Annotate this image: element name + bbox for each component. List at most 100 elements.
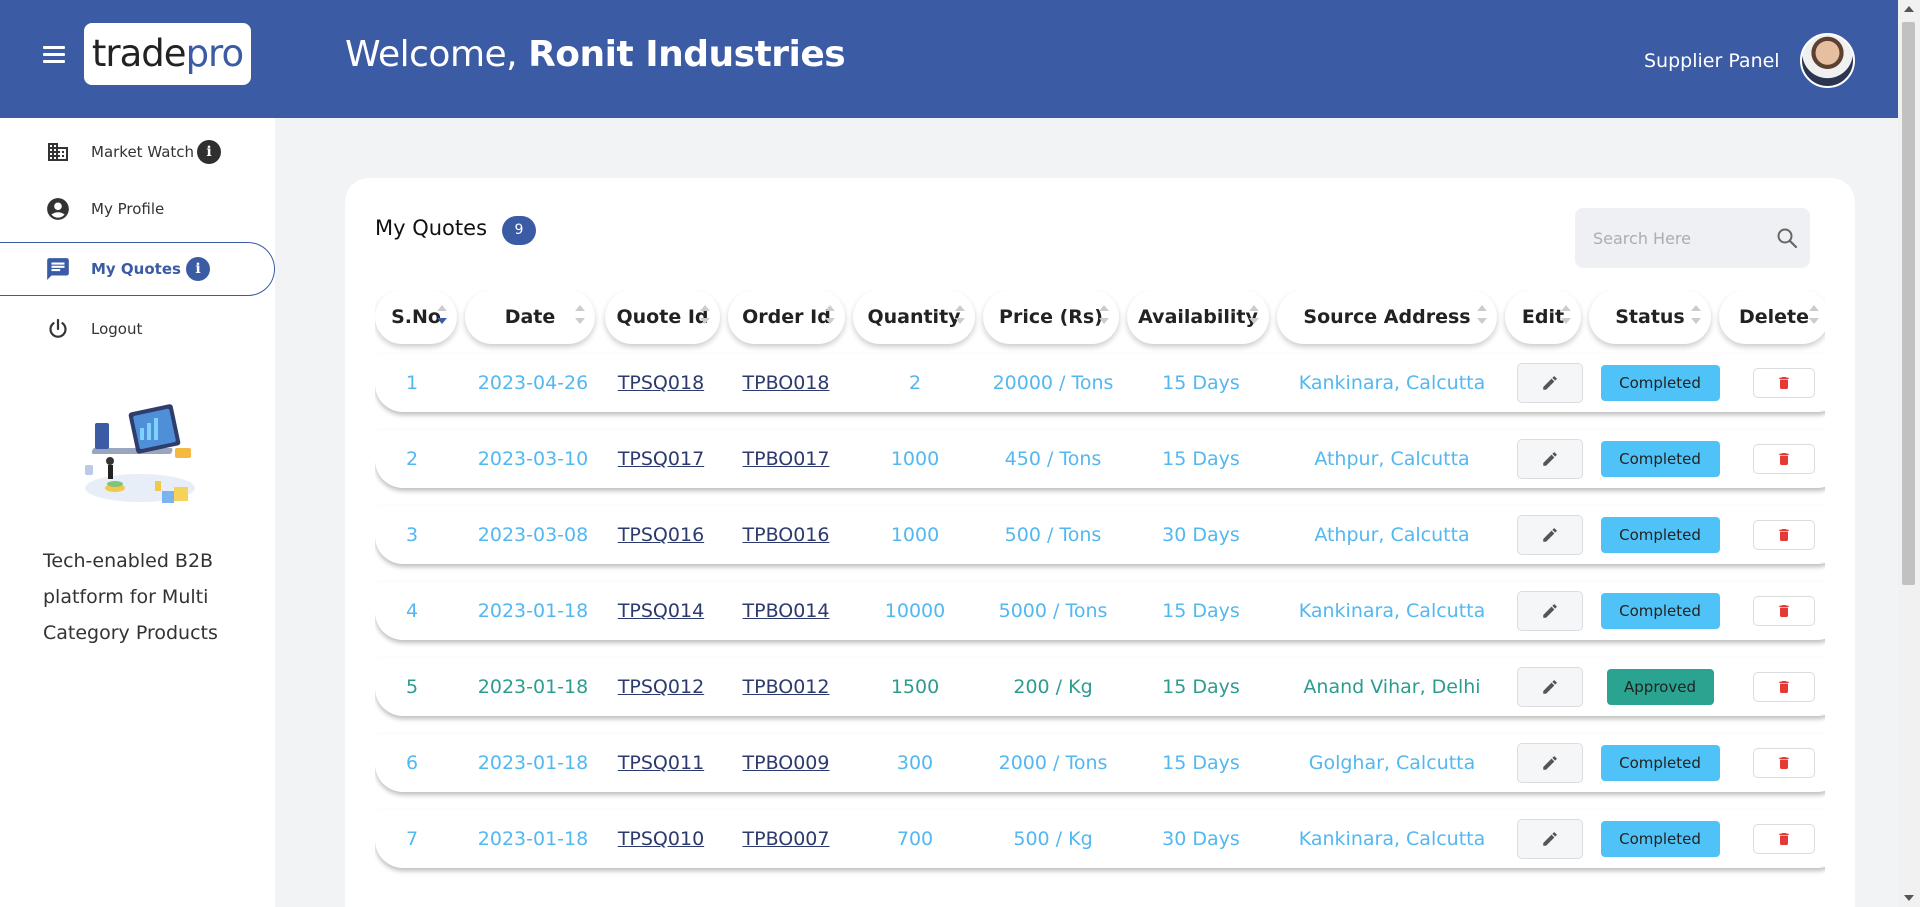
quote-id-header[interactable]: Quote Id — [605, 290, 720, 344]
sidebar-item-my-profile[interactable]: My Profile — [0, 182, 275, 236]
table-row: 1 2023-04-26 TPSQ018 TPBO018 2 20000 / Tons 15… — [375, 354, 1825, 412]
account-circle-icon — [45, 196, 71, 222]
table-row: 3 2023-03-08 TPSQ016 TPBO016 1000 500 / Tons 3… — [375, 506, 1825, 564]
table-row: 4 2023-01-18 TPSQ014 TPBO014 10000 5000 / Ton… — [375, 582, 1825, 640]
tagline: Tech-enabled B2B platform for Multi Cate… — [43, 550, 218, 644]
sort-desc-icon[interactable] — [700, 318, 710, 324]
column-label: Quote Id — [616, 306, 709, 328]
table-row: 7 2023-01-18 TPSQ010 TPBO007 700 500 / Kg 30 D… — [375, 810, 1825, 868]
logo-text-pro: pro — [185, 32, 245, 75]
sort-asc-icon[interactable] — [825, 305, 835, 311]
sidebar: Market Watch i My Profile My Quotes i Lo… — [0, 118, 275, 907]
logo-text-trade: trade — [91, 32, 187, 75]
sort-desc-icon[interactable] — [1809, 318, 1819, 324]
logo[interactable]: tradepro — [84, 23, 251, 85]
sidebar-item-logout[interactable]: Logout — [0, 302, 275, 356]
top-header: tradepro Welcome, Ronit Industries Suppl… — [0, 0, 1898, 118]
delete-cell — [1654, 734, 1825, 792]
page-scrollbar[interactable] — [1898, 0, 1920, 907]
edit-header[interactable]: Edit — [1505, 290, 1581, 344]
hamburger-menu-icon[interactable] — [43, 46, 65, 64]
info-icon[interactable]: i — [197, 140, 221, 164]
sort-asc-icon[interactable] — [575, 305, 585, 311]
column-label: Source Address — [1303, 306, 1471, 328]
delete-button[interactable] — [1753, 368, 1815, 398]
building-icon — [45, 139, 71, 165]
table-row: 2 2023-03-10 TPSQ017 TPBO017 1000 450 / Tons 1… — [375, 430, 1825, 488]
quotes-table: S.No Date Quote Id Order Id Quantity Price (R… — [375, 290, 1825, 907]
sort-desc-icon[interactable] — [1099, 318, 1109, 324]
sort-desc-icon[interactable] — [955, 318, 965, 324]
sort-desc-icon[interactable] — [575, 318, 585, 324]
sort-desc-icon[interactable] — [825, 318, 835, 324]
sort-asc-icon[interactable] — [437, 305, 447, 311]
column-label: Quantity — [867, 306, 961, 328]
quotes-card: My Quotes 9 S.No Date Quote Id Order Id Quan… — [345, 178, 1855, 907]
chat-icon — [45, 256, 71, 282]
sort-desc-icon[interactable] — [437, 318, 447, 324]
sort-asc-icon[interactable] — [1249, 305, 1259, 311]
company-name: Ronit Industries — [528, 34, 846, 75]
sidebar-item-my-quotes[interactable]: My Quotes i — [0, 242, 275, 296]
info-icon[interactable]: i — [186, 257, 210, 281]
scroll-down-arrow-icon[interactable] — [1904, 895, 1914, 901]
delete-cell — [1654, 810, 1825, 868]
date-header[interactable]: Date — [465, 290, 595, 344]
column-label: Delete — [1738, 306, 1810, 328]
welcome-heading: Welcome, Ronit Industries — [345, 34, 846, 75]
sidebar-item-label: Logout — [91, 320, 143, 338]
status-header[interactable]: Status — [1589, 290, 1711, 344]
delete-button[interactable] — [1753, 824, 1815, 854]
sort-desc-icon[interactable] — [1691, 318, 1701, 324]
sort-desc-icon[interactable] — [1561, 318, 1571, 324]
delete-button[interactable] — [1753, 672, 1815, 702]
trash-icon — [1779, 757, 1789, 769]
sidebar-item-label: My Profile — [91, 200, 165, 218]
sort-asc-icon[interactable] — [955, 305, 965, 311]
trash-icon — [1779, 529, 1789, 541]
price-header[interactable]: Price (Rs) — [983, 290, 1119, 344]
delete-button[interactable] — [1753, 444, 1815, 474]
source-address-header[interactable]: Source Address — [1277, 290, 1497, 344]
quantity-header[interactable]: Quantity — [853, 290, 975, 344]
sort-asc-icon[interactable] — [1691, 305, 1701, 311]
sort-asc-icon[interactable] — [1809, 305, 1819, 311]
delete-button[interactable] — [1753, 520, 1815, 550]
quote-count-badge: 9 — [502, 216, 536, 245]
sno-header[interactable]: S.No — [375, 290, 457, 344]
search-input[interactable] — [1593, 226, 1773, 250]
scroll-up-arrow-icon[interactable] — [1904, 6, 1914, 12]
search-box — [1575, 208, 1810, 268]
table-row: 5 2023-01-18 TPSQ012 TPBO012 1500 200 / Kg 15 … — [375, 658, 1825, 716]
sort-asc-icon[interactable] — [1099, 305, 1109, 311]
welcome-prefix: Welcome, — [345, 34, 529, 75]
table-row: 6 2023-01-18 TPSQ011 TPBO009 300 2000 / Tons 1… — [375, 734, 1825, 792]
sort-desc-icon[interactable] — [1249, 318, 1259, 324]
scrollbar-thumb[interactable] — [1902, 22, 1915, 585]
delete-header[interactable]: Delete — [1719, 290, 1825, 344]
sort-asc-icon[interactable] — [1477, 305, 1487, 311]
column-label: Date — [504, 306, 556, 328]
sidebar-item-market-watch[interactable]: Market Watch i — [0, 125, 275, 179]
trash-icon — [1779, 453, 1789, 465]
delete-cell — [1654, 582, 1825, 640]
delete-button[interactable] — [1753, 596, 1815, 626]
power-icon — [45, 316, 71, 342]
sidebar-item-label: Market Watch — [91, 143, 195, 161]
delete-button[interactable] — [1753, 748, 1815, 778]
delete-cell — [1654, 430, 1825, 488]
panel-label: Supplier Panel — [1644, 50, 1780, 72]
column-label: Availability — [1138, 306, 1258, 328]
sort-asc-icon[interactable] — [1561, 305, 1571, 311]
sort-asc-icon[interactable] — [700, 305, 710, 311]
column-label: Price (Rs) — [999, 306, 1103, 328]
avatar[interactable] — [1800, 33, 1855, 88]
availability-header[interactable]: Availability — [1127, 290, 1269, 344]
delete-cell — [1654, 506, 1825, 564]
laptop-illustration — [85, 404, 195, 503]
order-id-header[interactable]: Order Id — [728, 290, 845, 344]
sidebar-item-label: My Quotes — [91, 260, 181, 278]
sort-desc-icon[interactable] — [1477, 318, 1487, 324]
search-icon[interactable] — [1775, 226, 1799, 250]
column-label: Edit — [1521, 306, 1565, 328]
